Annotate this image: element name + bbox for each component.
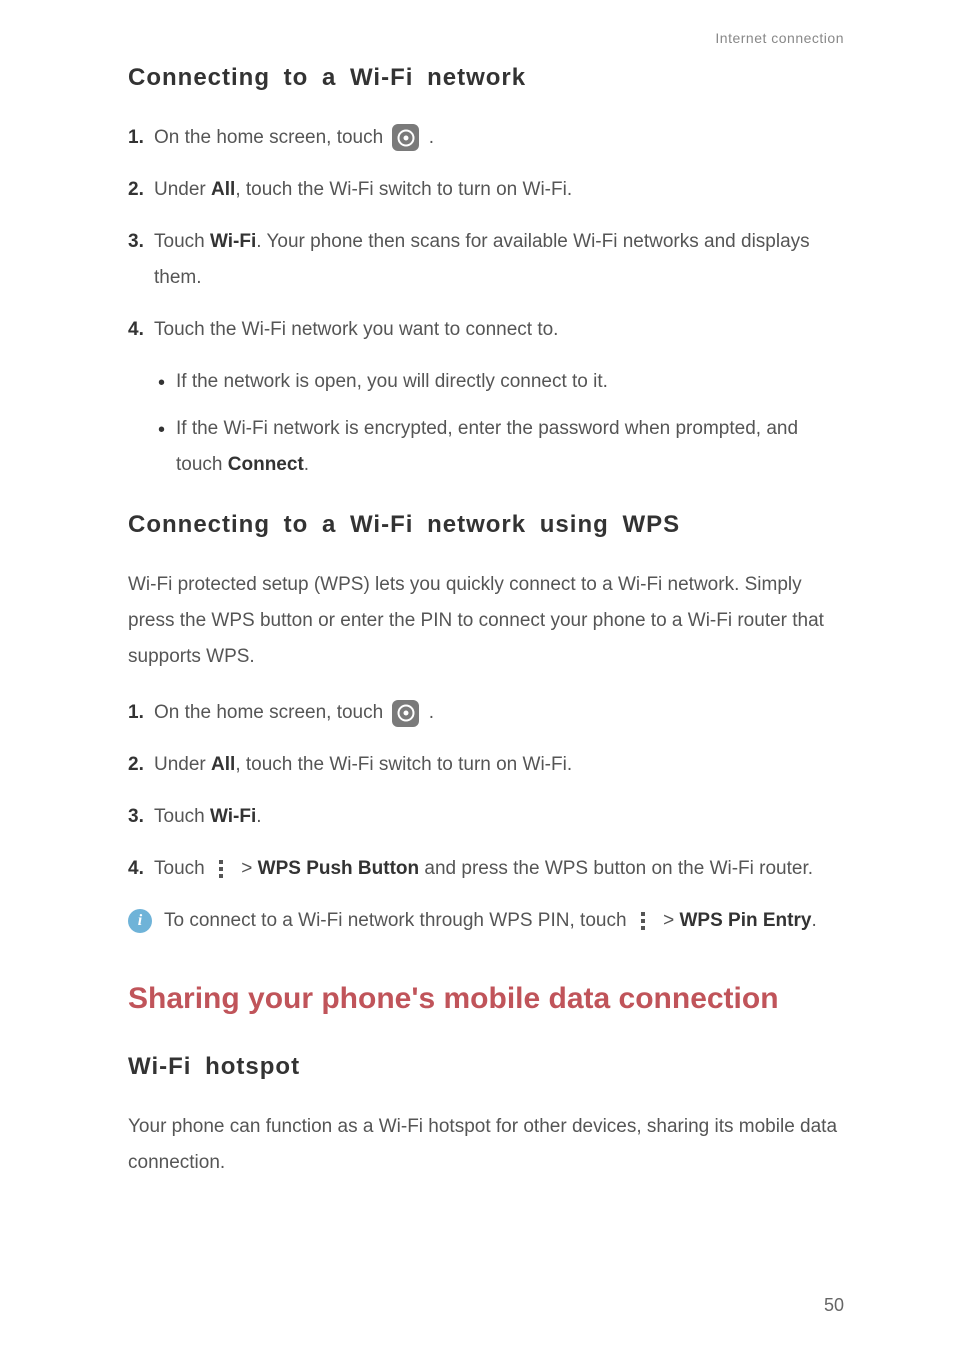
bullet-encrypted-network: If the Wi-Fi network is encrypted, enter… xyxy=(158,411,844,483)
text: . xyxy=(429,702,434,723)
wps-intro: Wi-Fi protected setup (WPS) lets you qui… xyxy=(128,567,844,675)
settings-icon xyxy=(392,124,419,151)
step-1: 1. On the home screen, touch . xyxy=(128,120,844,156)
step-text: Under All, touch the Wi-Fi switch to tur… xyxy=(152,172,844,208)
heading-connecting-wps: Connecting to a Wi-Fi network using WPS xyxy=(128,511,844,539)
step-number: 4. xyxy=(128,851,152,887)
hotspot-intro: Your phone can function as a Wi-Fi hotsp… xyxy=(128,1109,844,1181)
text: , touch the Wi-Fi switch to turn on Wi-F… xyxy=(235,179,572,200)
text: > xyxy=(663,910,679,931)
wps-step-4: 4. Touch > WPS Push Button and press the… xyxy=(128,851,844,887)
text: . xyxy=(429,127,434,148)
text: Under xyxy=(154,179,211,200)
text: . xyxy=(811,910,816,931)
text: On the home screen, touch xyxy=(154,127,388,148)
step-text: Touch the Wi-Fi network you want to conn… xyxy=(152,312,844,348)
bullet-open-network: If the network is open, you will directl… xyxy=(158,364,844,400)
text: Touch xyxy=(154,806,210,827)
step-number: 4. xyxy=(128,312,152,348)
text: . xyxy=(304,454,309,475)
step-text: On the home screen, touch . xyxy=(152,120,844,156)
step-3: 3. Touch Wi-Fi. Your phone then scans fo… xyxy=(128,224,844,296)
heading-connecting-wifi: Connecting to a Wi-Fi network xyxy=(128,64,844,92)
bold-text: WPS Pin Entry xyxy=(679,910,811,931)
header-section-label: Internet connection xyxy=(128,30,844,46)
kebab-menu-icon xyxy=(216,860,226,878)
info-icon: i xyxy=(128,909,152,933)
text: Under xyxy=(154,754,211,775)
section-title-sharing: Sharing your phone's mobile data connect… xyxy=(128,970,844,1027)
bold-text: All xyxy=(211,754,235,775)
heading-wifi-hotspot: Wi-Fi hotspot xyxy=(128,1053,844,1081)
step-number: 1. xyxy=(128,695,152,731)
page-content: Internet connection Connecting to a Wi-F… xyxy=(0,0,954,1181)
step-number: 1. xyxy=(128,120,152,156)
text: and press the WPS button on the Wi-Fi ro… xyxy=(419,858,813,879)
text: Touch xyxy=(154,858,210,879)
step-2: 2. Under All, touch the Wi-Fi switch to … xyxy=(128,172,844,208)
step-text: On the home screen, touch . xyxy=(152,695,844,731)
bold-text: Connect xyxy=(228,454,304,475)
step-number: 3. xyxy=(128,224,152,260)
step-text: Under All, touch the Wi-Fi switch to tur… xyxy=(152,747,844,783)
text: . xyxy=(256,806,261,827)
wps-step-1: 1. On the home screen, touch . xyxy=(128,695,844,731)
wps-step-3: 3. Touch Wi-Fi. xyxy=(128,799,844,835)
settings-icon xyxy=(392,700,419,727)
step-number: 2. xyxy=(128,747,152,783)
bold-text: Wi-Fi xyxy=(210,231,256,252)
step-text: Touch > WPS Push Button and press the WP… xyxy=(152,851,844,887)
kebab-menu-icon xyxy=(638,912,648,930)
bold-text: Wi-Fi xyxy=(210,806,256,827)
text: , touch the Wi-Fi switch to turn on Wi-F… xyxy=(235,754,572,775)
bold-text: All xyxy=(211,179,235,200)
step-4: 4. Touch the Wi-Fi network you want to c… xyxy=(128,312,844,348)
text: > xyxy=(241,858,257,879)
bold-text: WPS Push Button xyxy=(258,858,419,879)
step-text: Touch Wi-Fi. xyxy=(152,799,844,835)
step-text: Touch Wi-Fi. Your phone then scans for a… xyxy=(152,224,844,296)
info-note: i To connect to a Wi-Fi network through … xyxy=(128,903,844,939)
page-number: 50 xyxy=(824,1295,844,1316)
info-text: To connect to a Wi-Fi network through WP… xyxy=(152,903,844,939)
text: Touch xyxy=(154,231,210,252)
step-number: 2. xyxy=(128,172,152,208)
step-number: 3. xyxy=(128,799,152,835)
wps-step-2: 2. Under All, touch the Wi-Fi switch to … xyxy=(128,747,844,783)
text: To connect to a Wi-Fi network through WP… xyxy=(164,910,632,931)
text: On the home screen, touch xyxy=(154,702,388,723)
